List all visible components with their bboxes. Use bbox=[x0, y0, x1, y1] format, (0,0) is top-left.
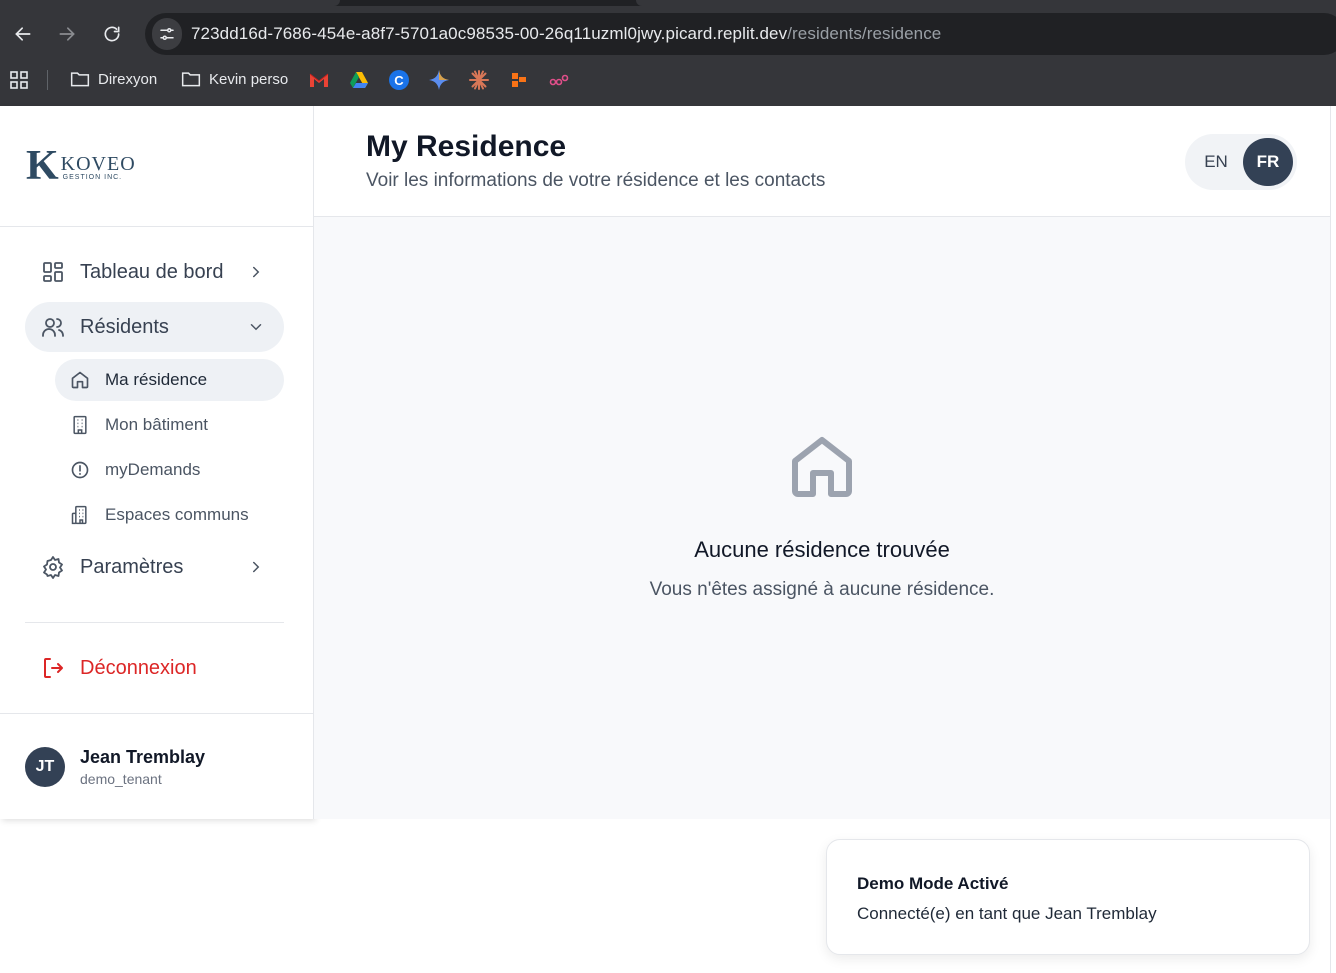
logo-name: KOVEO bbox=[60, 153, 136, 175]
dashboard-grid-icon bbox=[40, 259, 66, 285]
reload-icon bbox=[104, 26, 120, 42]
bookmark-separator bbox=[47, 70, 48, 90]
gemini-icon[interactable] bbox=[429, 70, 449, 90]
sidebar-subitem-label: Ma résidence bbox=[105, 370, 208, 389]
folder-icon bbox=[181, 72, 201, 87]
page-header: My Residence Voir les informations de vo… bbox=[314, 106, 1330, 217]
site-info-button[interactable] bbox=[152, 18, 182, 50]
user-username: demo_tenant bbox=[80, 771, 162, 787]
sidebar-item-label: Résidents bbox=[80, 315, 169, 338]
sidebar-item-residents[interactable]: Résidents bbox=[25, 302, 284, 352]
browser-chrome: 723dd16d-7686-454e-a8f7-5701a0c98535-00-… bbox=[0, 0, 1336, 106]
sidebar-item-settings[interactable]: Paramètres bbox=[25, 542, 284, 592]
reload-button[interactable] bbox=[96, 18, 128, 50]
sidebar-item-label: Tableau de bord bbox=[80, 260, 224, 283]
buildings-icon bbox=[69, 504, 91, 526]
logo-letter: K bbox=[26, 143, 59, 189]
bookmark-kevin-perso[interactable]: Kevin perso bbox=[181, 70, 288, 88]
figma-like-icon[interactable] bbox=[509, 70, 529, 90]
chevron-right-icon bbox=[244, 260, 268, 284]
browser-tab[interactable] bbox=[0, 0, 340, 6]
logout-icon bbox=[40, 655, 66, 681]
c-icon[interactable]: C bbox=[389, 70, 409, 90]
sidebar-item-label: Paramètres bbox=[80, 555, 184, 578]
toast-body: Connecté(e) en tant que Jean Tremblay bbox=[857, 904, 1157, 923]
gmail-icon[interactable] bbox=[309, 70, 329, 90]
logout-button[interactable]: Déconnexion bbox=[25, 643, 284, 693]
language-switcher: EN FR bbox=[1185, 134, 1297, 190]
url-path: /residents/residence bbox=[787, 24, 942, 43]
home-icon bbox=[69, 369, 91, 391]
bookmark-label: Kevin perso bbox=[209, 70, 289, 88]
alert-circle-icon bbox=[69, 459, 91, 481]
sidebar-divider bbox=[0, 226, 314, 227]
building-icon bbox=[69, 414, 91, 436]
link-icon[interactable] bbox=[549, 70, 569, 90]
sidebar-subitem-label: myDemands bbox=[105, 460, 201, 479]
google-drive-icon[interactable] bbox=[349, 70, 369, 90]
folder-icon bbox=[70, 72, 90, 87]
sidebar-subitem-label: Mon bâtiment bbox=[105, 415, 208, 434]
sidebar-subitem-label: Espaces communs bbox=[105, 505, 249, 524]
sidebar: K KOVEO GESTION INC. Tableau de bord Rés… bbox=[0, 106, 314, 819]
koveo-logo[interactable]: K KOVEO GESTION INC. bbox=[26, 143, 136, 189]
arrow-right-icon bbox=[59, 27, 75, 41]
browser-tab[interactable] bbox=[636, 0, 1336, 6]
bookmarks-bar: Direxyon Kevin perso C bbox=[0, 62, 1336, 98]
url-host: 723dd16d-7686-454e-a8f7-5701a0c98535-00-… bbox=[191, 24, 788, 43]
lang-fr-button[interactable]: FR bbox=[1243, 138, 1293, 186]
bookmark-label: Direxyon bbox=[98, 70, 158, 88]
gear-icon bbox=[40, 554, 66, 580]
sidebar-item-dashboard[interactable]: Tableau de bord bbox=[25, 247, 284, 297]
back-button[interactable] bbox=[7, 18, 39, 50]
demo-mode-toast[interactable]: Demo Mode Activé Connecté(e) en tant que… bbox=[826, 839, 1310, 955]
sidebar-divider bbox=[25, 622, 284, 623]
claude-icon[interactable] bbox=[469, 70, 489, 90]
avatar[interactable]: JT bbox=[25, 747, 65, 787]
tune-icon bbox=[160, 28, 174, 40]
bookmark-direxyon[interactable]: Direxyon bbox=[70, 70, 157, 88]
main-content: Aucune résidence trouvée Vous n'êtes ass… bbox=[314, 217, 1330, 819]
chevron-right-icon bbox=[244, 555, 268, 579]
sidebar-subitem-ma-residence[interactable]: Ma résidence bbox=[55, 359, 284, 401]
chevron-down-icon bbox=[244, 315, 268, 339]
user-name: Jean Tremblay bbox=[80, 747, 206, 767]
sidebar-divider bbox=[0, 713, 314, 714]
scroll-edge bbox=[1330, 106, 1336, 973]
logo-text: KOVEO GESTION INC. bbox=[61, 154, 136, 181]
forward-button[interactable] bbox=[51, 18, 83, 50]
page-subtitle: Voir les informations de votre résidence… bbox=[366, 170, 826, 191]
sidebar-subitem-mydemands[interactable]: myDemands bbox=[55, 449, 284, 491]
empty-state-title: Aucune résidence trouvée bbox=[694, 537, 950, 562]
lang-en-button[interactable]: EN bbox=[1193, 140, 1239, 184]
arrow-left-icon bbox=[15, 27, 31, 41]
logo-subtitle: GESTION INC. bbox=[62, 174, 123, 181]
sidebar-subitem-mon-batiment[interactable]: Mon bâtiment bbox=[55, 404, 284, 446]
apps-grid-icon[interactable] bbox=[9, 70, 29, 90]
url-text[interactable]: 723dd16d-7686-454e-a8f7-5701a0c98535-00-… bbox=[191, 24, 941, 44]
home-icon bbox=[786, 431, 858, 503]
users-icon bbox=[40, 314, 66, 340]
svg-text:C: C bbox=[394, 73, 404, 88]
page-title: My Residence bbox=[366, 130, 567, 163]
logout-label: Déconnexion bbox=[80, 656, 197, 679]
sidebar-subitem-espaces-communs[interactable]: Espaces communs bbox=[55, 494, 284, 536]
empty-state-message: Vous n'êtes assigné à aucune résidence. bbox=[649, 579, 995, 600]
toast-title: Demo Mode Activé bbox=[857, 874, 1009, 893]
